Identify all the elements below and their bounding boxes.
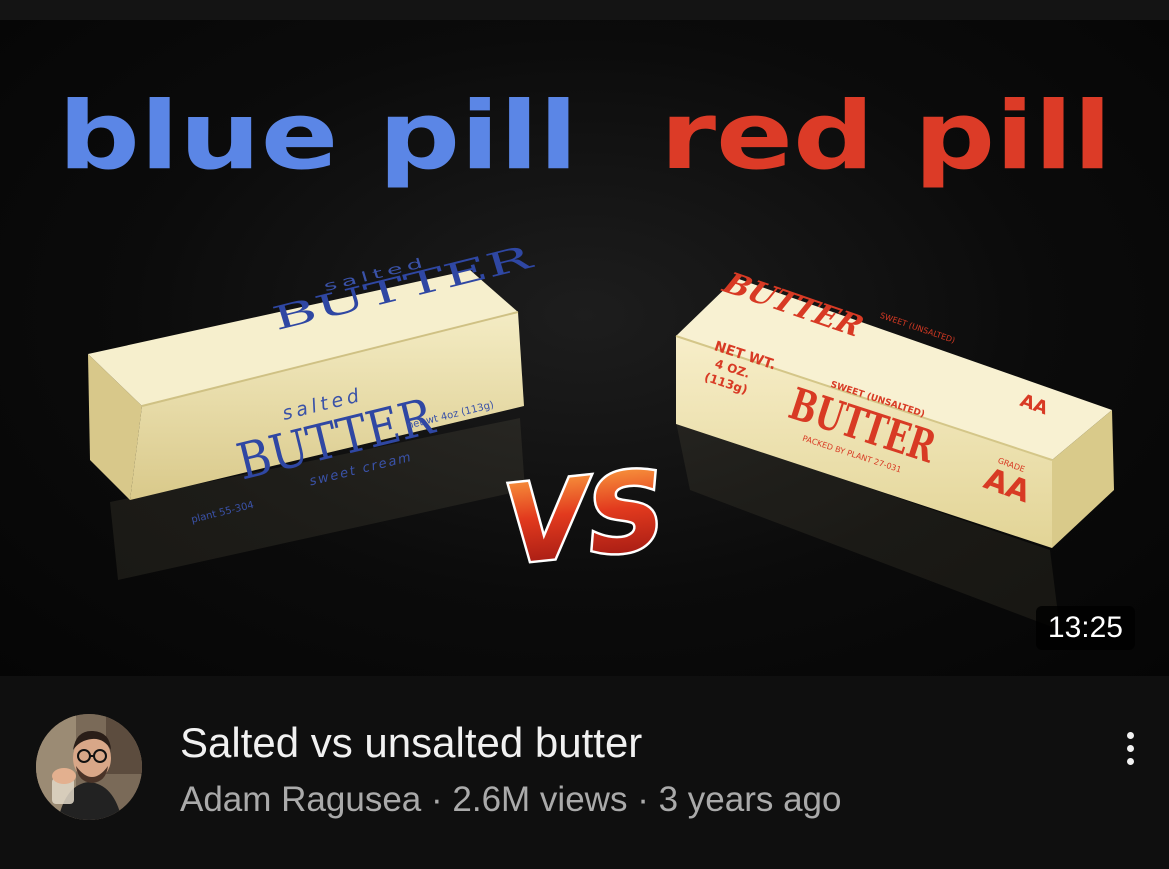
video-info: Salted vs unsalted butter Adam Ragusea ·…: [0, 676, 1169, 869]
video-metadata: Adam Ragusea · 2.6M views · 3 years ago: [180, 778, 841, 822]
vertical-dots-icon: [1126, 757, 1134, 765]
vertical-dots-icon: [1126, 744, 1134, 752]
video-duration-badge: 13:25: [1035, 606, 1135, 650]
avatar-image: [36, 714, 142, 820]
more-options-button[interactable]: [1108, 718, 1152, 778]
versus-emblem: VS: [496, 445, 673, 591]
meta-separator: ·: [637, 780, 649, 819]
video-title[interactable]: Salted vs unsalted butter: [180, 718, 642, 768]
channel-avatar[interactable]: [36, 714, 142, 820]
thumbnail-art: blue pill red pill salted BUTTER salted …: [58, 82, 1114, 630]
view-count: 2.6M views: [452, 780, 628, 819]
top-bar: [0, 0, 1169, 20]
vertical-dots-icon: [1126, 731, 1134, 739]
headline-red-pill: red pill: [660, 82, 1112, 191]
svg-text:VS: VS: [499, 448, 671, 589]
channel-name[interactable]: Adam Ragusea: [180, 780, 421, 819]
video-thumbnail[interactable]: blue pill red pill salted BUTTER salted …: [0, 20, 1169, 676]
meta-separator: ·: [431, 780, 443, 819]
headline-blue-pill: blue pill: [58, 82, 578, 191]
upload-age: 3 years ago: [658, 780, 842, 819]
